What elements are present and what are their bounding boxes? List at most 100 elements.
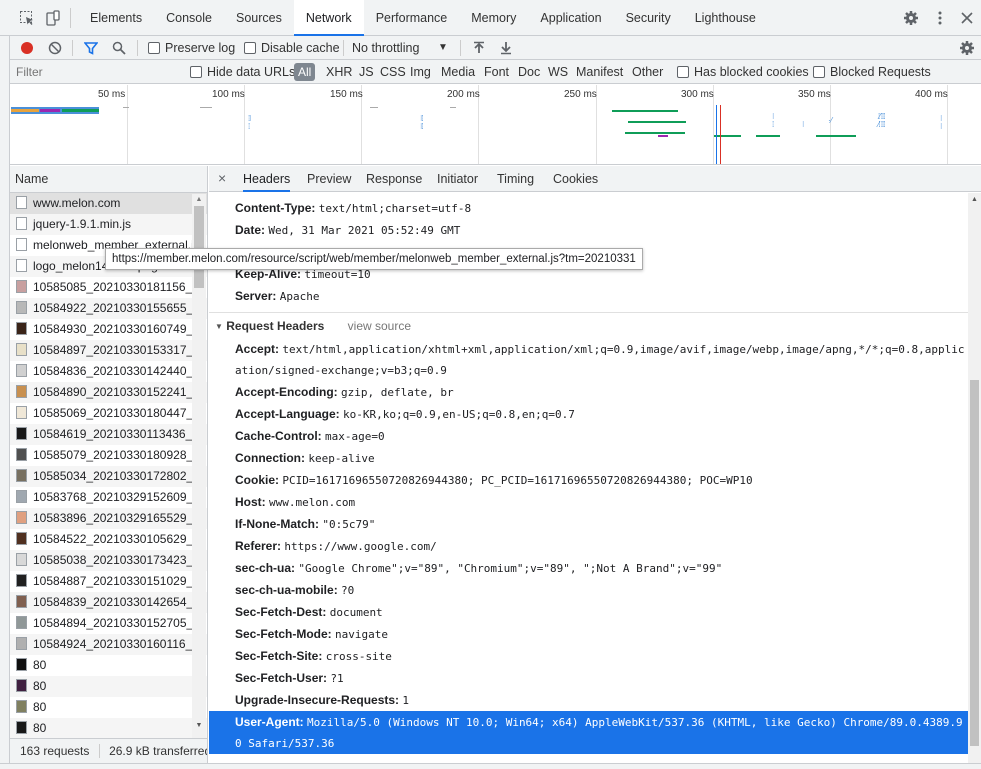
scroll-up-arrow-icon[interactable]: ▲ <box>970 196 979 203</box>
checkbox-box[interactable] <box>244 42 256 54</box>
request-list-scrollbar[interactable]: ▲ ▼ <box>192 194 206 738</box>
tab-elements[interactable]: Elements <box>78 0 154 36</box>
overview-image-requests: ⁝⁞ ⁝⁞ <box>420 114 424 131</box>
network-settings-gear-icon[interactable] <box>958 39 976 57</box>
detail-tab-initiator[interactable]: Initiator <box>437 166 478 192</box>
overview-request-bar <box>650 110 678 112</box>
detail-scrollbar[interactable]: ▲ <box>968 193 981 763</box>
more-options-icon[interactable] <box>931 9 949 27</box>
dropdown-arrow-icon[interactable]: ▼ <box>438 36 448 60</box>
filter-type-xhr[interactable]: XHR <box>326 60 352 84</box>
request-row[interactable]: 10584887_20210330151029_5 <box>10 571 207 592</box>
filter-type-manifest[interactable]: Manifest <box>576 60 623 84</box>
filter-type-css[interactable]: CSS <box>380 60 406 84</box>
tab-sources[interactable]: Sources <box>224 0 294 36</box>
settings-gear-icon[interactable] <box>902 9 920 27</box>
inspect-element-icon[interactable] <box>18 9 36 27</box>
request-row[interactable]: jquery-1.9.1.min.js <box>10 214 207 235</box>
checkbox-box[interactable] <box>148 42 160 54</box>
has-blocked-cookies-checkbox[interactable]: Has blocked cookies <box>677 60 809 84</box>
request-row[interactable]: 10584924_20210330160116_5 <box>10 634 207 655</box>
tab-application[interactable]: Application <box>528 0 613 36</box>
throttling-select[interactable]: No throttling <box>352 36 419 60</box>
filter-type-other[interactable]: Other <box>632 60 663 84</box>
overview-tick-label: 200 ms <box>447 89 480 100</box>
header-key: Host: <box>235 495 266 509</box>
expand-triangle-icon[interactable]: ▼ <box>215 322 223 331</box>
tab-lighthouse[interactable]: Lighthouse <box>683 0 768 36</box>
request-row[interactable]: 80 <box>10 676 207 697</box>
scroll-up-arrow-icon[interactable]: ▲ <box>194 196 204 204</box>
view-source-link[interactable]: view source <box>348 319 411 333</box>
request-row[interactable]: 10585079_20210330180928_5 <box>10 445 207 466</box>
search-icon[interactable] <box>110 39 128 57</box>
filter-type-ws[interactable]: WS <box>548 60 568 84</box>
filter-funnel-icon[interactable] <box>82 39 100 57</box>
hide-data-urls-checkbox[interactable]: Hide data URLs <box>190 60 295 84</box>
toolbar-divider <box>460 40 461 56</box>
request-row[interactable]: 10584836_20210330142440_5 <box>10 361 207 382</box>
request-row[interactable]: 80 <box>10 655 207 676</box>
detail-tab-timing[interactable]: Timing <box>497 166 534 192</box>
close-devtools-icon[interactable] <box>958 9 976 27</box>
request-row[interactable]: www.melon.com <box>10 193 207 214</box>
tab-memory[interactable]: Memory <box>459 0 528 36</box>
scroll-down-arrow-icon[interactable]: ▼ <box>194 722 204 730</box>
request-row[interactable]: 10584619_20210330113436_5 <box>10 424 207 445</box>
tab-network[interactable]: Network <box>293 0 364 36</box>
disable-cache-checkbox[interactable]: Disable cache <box>244 36 340 60</box>
scrollbar-thumb[interactable] <box>194 206 204 288</box>
request-row[interactable]: 10585085_20210330181156_5 <box>10 277 207 298</box>
filter-type-font[interactable]: Font <box>484 60 509 84</box>
detail-tab-cookies[interactable]: Cookies <box>553 166 598 192</box>
request-row[interactable]: 10584894_20210330152705_5 <box>10 613 207 634</box>
request-row[interactable]: 10584839_20210330142654_5 <box>10 592 207 613</box>
request-name: 10584887_20210330151029_5 <box>33 574 200 588</box>
filter-input[interactable] <box>10 63 178 81</box>
request-row[interactable]: 10584890_20210330152241_5 <box>10 382 207 403</box>
detail-tab-response[interactable]: Response <box>366 166 422 192</box>
header-value-continuation: 0 Safari/537.36 <box>235 736 334 750</box>
request-row[interactable]: 10583768_20210329152609_5 <box>10 487 207 508</box>
detail-tab-preview[interactable]: Preview <box>307 166 351 192</box>
request-header-row: Accept-Language: ko-KR,ko;q=0.9,en-US;q=… <box>235 407 575 421</box>
network-overview-timeline[interactable]: 50 ms 100 ms 150 ms 200 ms 250 ms 300 ms… <box>10 85 981 165</box>
blocked-requests-checkbox[interactable]: Blocked Requests <box>813 60 931 84</box>
request-row[interactable]: 10584930_20210330160749_5 <box>10 319 207 340</box>
export-har-icon[interactable] <box>497 39 515 57</box>
record-icon[interactable] <box>18 39 36 57</box>
request-row[interactable]: 10585038_20210330173423_5 <box>10 550 207 571</box>
filter-type-media[interactable]: Media <box>441 60 475 84</box>
request-row[interactable]: 10583896_20210329165529_5 <box>10 508 207 529</box>
checkbox-box[interactable] <box>190 66 202 78</box>
filter-type-doc[interactable]: Doc <box>518 60 540 84</box>
preserve-log-checkbox[interactable]: Preserve log <box>148 36 235 60</box>
scrollbar-thumb[interactable] <box>970 380 979 746</box>
document-icon <box>16 238 27 251</box>
request-row[interactable]: 80 <box>10 697 207 718</box>
device-toolbar-icon[interactable] <box>44 9 62 27</box>
filter-type-js[interactable]: JS <box>359 60 374 84</box>
request-row[interactable]: 10584897_20210330153317_5 <box>10 340 207 361</box>
close-detail-icon[interactable]: × <box>218 166 226 190</box>
tab-security[interactable]: Security <box>614 0 683 36</box>
detail-tab-headers[interactable]: Headers <box>243 166 291 192</box>
tab-performance[interactable]: Performance <box>364 0 460 36</box>
request-row[interactable]: 10585034_20210330172802_5 <box>10 466 207 487</box>
request-row[interactable]: 10585069_20210330180447_5 <box>10 403 207 424</box>
clear-icon[interactable] <box>46 39 64 57</box>
filter-type-all[interactable]: All <box>294 63 316 81</box>
import-har-icon[interactable] <box>470 39 488 57</box>
checkbox-box[interactable] <box>813 66 825 78</box>
filter-type-img[interactable]: Img <box>410 60 431 84</box>
checkbox-box[interactable] <box>677 66 689 78</box>
request-row[interactable]: 80 <box>10 718 207 738</box>
request-row[interactable]: 10584922_20210330155655_5 <box>10 298 207 319</box>
header-value: 1 <box>402 694 410 707</box>
name-column-header[interactable]: Name <box>10 166 207 193</box>
request-headers-section-title[interactable]: ▼ Request Headers view source <box>215 319 411 333</box>
tab-console[interactable]: Console <box>154 0 224 36</box>
request-row[interactable]: 10584522_20210330105629_5 <box>10 529 207 550</box>
overview-request-bar <box>625 132 685 134</box>
header-key: Cache-Control: <box>235 429 322 443</box>
